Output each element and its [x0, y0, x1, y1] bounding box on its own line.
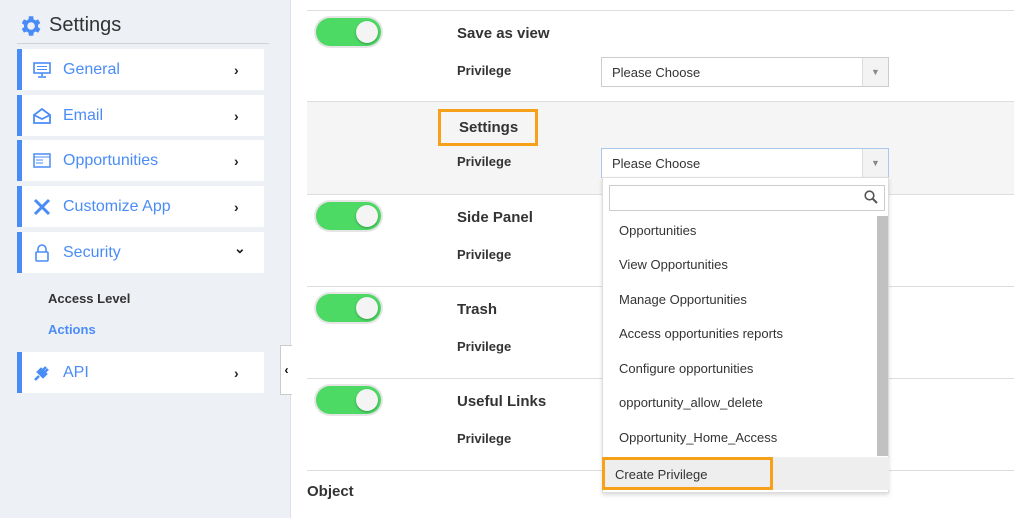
sidebar-item-opportunities[interactable]: Opportunities ›: [17, 140, 264, 181]
search-icon: [864, 190, 878, 204]
chevron-right-icon: ›: [234, 364, 239, 381]
privilege-label: Privilege: [457, 247, 512, 262]
sidebar-item-label: Customize App: [63, 197, 171, 215]
lock-icon: [32, 243, 52, 262]
action-row-save-as-view: Save as view Privilege Please Choose ▼: [307, 10, 1014, 102]
select-value: Please Choose: [612, 64, 701, 80]
sidebar-item-label: Opportunities: [63, 151, 159, 169]
toggle-switch[interactable]: [316, 294, 381, 322]
sidebar-item-customize-app[interactable]: Customize App ›: [17, 186, 264, 227]
email-icon: [32, 107, 52, 124]
privilege-label: Privilege: [457, 339, 512, 354]
dropdown-scrollbar[interactable]: [877, 216, 888, 456]
dropdown-option[interactable]: Opportunities: [619, 223, 696, 238]
privilege-select[interactable]: Please Choose ▼: [601, 148, 889, 178]
create-privilege-row[interactable]: Create Privilege: [602, 457, 889, 490]
dropdown-option[interactable]: opportunity_allow_delete: [619, 395, 763, 410]
caret-down-icon: ▼: [862, 58, 888, 86]
chevron-down-icon: ⌄: [234, 240, 246, 256]
privilege-label: Privilege: [457, 154, 512, 169]
action-title: Side Panel: [457, 209, 533, 226]
action-title: Trash: [457, 301, 498, 318]
plug-icon: [32, 364, 52, 382]
action-title: Useful Links: [457, 393, 547, 410]
sidebar-subitem-access-level[interactable]: Access Level: [48, 291, 130, 306]
toggle-switch[interactable]: [316, 202, 381, 230]
action-title: Save as view: [457, 25, 550, 42]
object-heading: Object: [307, 483, 354, 500]
sidebar-item-label: API: [63, 363, 89, 381]
privilege-select[interactable]: Please Choose ▼: [601, 57, 889, 87]
tools-icon: [32, 198, 52, 216]
sidebar-subitem-actions[interactable]: Actions: [48, 322, 96, 337]
dropdown-option[interactable]: Access opportunities reports: [619, 326, 783, 341]
toggle-switch[interactable]: [316, 18, 381, 46]
privilege-label: Privilege: [457, 63, 512, 78]
sidebar-item-label: General: [63, 60, 120, 78]
sidebar-item-security[interactable]: Security ⌄: [17, 232, 264, 273]
privilege-dropdown: Opportunities View Opportunities Manage …: [602, 177, 889, 493]
sidebar-item-general[interactable]: General ›: [17, 49, 264, 90]
chevron-right-icon: ›: [234, 61, 239, 78]
dropdown-search-input[interactable]: [609, 185, 885, 211]
action-title: Settings: [438, 109, 539, 146]
chevron-right-icon: ›: [234, 152, 239, 169]
dropdown-option[interactable]: View Opportunities: [619, 257, 728, 272]
dropdown-option[interactable]: Opportunity_Home_Access: [619, 430, 777, 445]
gear-icon: [21, 15, 41, 36]
create-privilege-button[interactable]: Create Privilege: [602, 457, 773, 490]
window-icon: [32, 152, 52, 169]
chevron-right-icon: ›: [234, 107, 239, 124]
sidebar-item-email[interactable]: Email ›: [17, 95, 264, 136]
dropdown-option[interactable]: Manage Opportunities: [619, 292, 747, 307]
sidebar-title: Settings: [49, 14, 122, 36]
privilege-label: Privilege: [457, 431, 512, 446]
sidebar-item-api[interactable]: API ›: [17, 352, 264, 393]
select-value: Please Choose: [612, 155, 701, 171]
caret-down-icon: ▼: [862, 149, 888, 177]
chevron-right-icon: ›: [234, 198, 239, 215]
sidebar: Settings General › Email › Opportunities › …: [0, 0, 291, 518]
dropdown-option[interactable]: Configure opportunities: [619, 361, 753, 376]
sidebar-header: Settings: [17, 8, 269, 44]
sidebar-item-label: Email: [63, 106, 104, 124]
monitor-icon: [32, 61, 52, 78]
toggle-switch[interactable]: [316, 386, 381, 414]
collapse-sidebar-button[interactable]: ‹: [280, 345, 292, 395]
sidebar-item-label: Security: [63, 243, 121, 261]
